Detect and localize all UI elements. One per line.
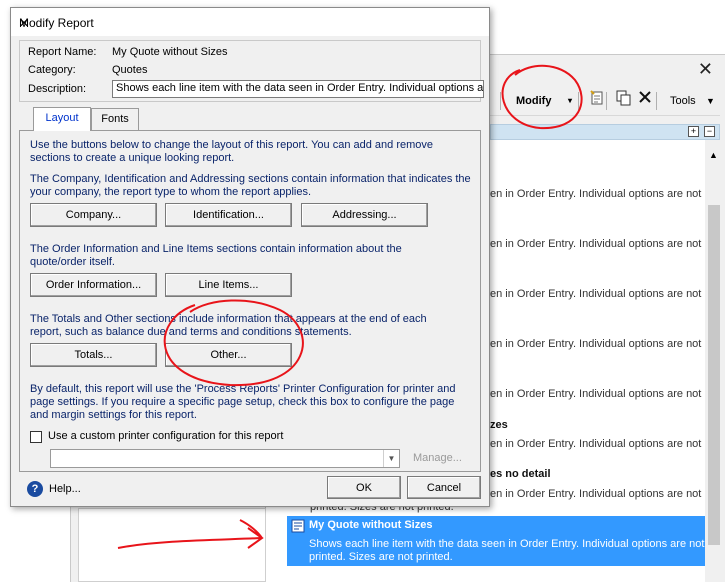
description-label: Description: <box>28 83 87 95</box>
report-name-label: Report Name: <box>28 46 97 58</box>
close-icon[interactable]: ✕ <box>19 16 481 30</box>
report-name-value: My Quote without Sizes <box>112 46 228 58</box>
category-label: Category: <box>28 64 76 76</box>
list-item-text[interactable]: en in Order Entry. Individual options ar… <box>490 437 725 451</box>
toolbar-separator <box>578 92 579 110</box>
list-header-bar: + − <box>490 124 720 140</box>
report-info-box: Report Name: My Quote without Sizes Cate… <box>19 40 484 102</box>
list-item-text[interactable]: en in Order Entry. Individual options ar… <box>490 287 725 301</box>
identification-button[interactable]: Identification... <box>165 203 292 227</box>
tab-fonts[interactable]: Fonts <box>91 108 139 130</box>
selected-item-line2: printed. Sizes are not printed. <box>309 551 453 563</box>
left-tree-panel <box>78 508 266 582</box>
delete-icon[interactable] <box>634 90 656 112</box>
modify-dropdown-arrow-icon[interactable]: ▾ <box>564 90 576 112</box>
order-information-button[interactable]: Order Information... <box>30 273 157 297</box>
addressing-button[interactable]: Addressing... <box>301 203 428 227</box>
line-items-button[interactable]: Line Items... <box>165 273 292 297</box>
list-item-title[interactable]: es no detail <box>490 468 551 480</box>
copy-icon[interactable] <box>612 90 636 112</box>
help-link[interactable]: Help... <box>49 483 81 495</box>
scroll-thumb[interactable] <box>708 205 720 545</box>
chevron-down-icon[interactable]: ▼ <box>383 450 399 467</box>
category-value: Quotes <box>112 64 148 76</box>
layout-intro-text: Use the buttons below to change the layo… <box>30 139 433 164</box>
other-button[interactable]: Other... <box>165 343 292 367</box>
background-toolbar: s Modify ▾ Tools ▼ <box>470 86 720 116</box>
list-item-text[interactable]: en in Order Entry. Individual options ar… <box>490 237 725 251</box>
tools-dropdown-arrow-icon[interactable]: ▼ <box>702 90 719 112</box>
totals-sections-text: The Totals and Other sections include in… <box>30 313 427 338</box>
collapse-all-icon[interactable]: − <box>704 126 715 137</box>
modify-button[interactable]: Modify <box>512 90 555 112</box>
selected-list-item[interactable]: My Quote without Sizes Shows each line i… <box>287 516 705 566</box>
list-item-text[interactable]: en in Order Entry. Individual options ar… <box>490 337 725 351</box>
selected-item-line1: Shows each line item with the data seen … <box>309 538 705 550</box>
toolbar-separator <box>606 92 607 110</box>
layout-panel: Use the buttons below to change the layo… <box>19 130 481 472</box>
dialog-titlebar: Modify Report ✕ <box>11 8 489 36</box>
selected-item-title: My Quote without Sizes <box>309 519 433 531</box>
manage-button[interactable]: Manage... <box>413 452 462 464</box>
toolbar-separator <box>656 92 657 110</box>
cancel-button[interactable]: Cancel <box>407 476 481 499</box>
tab-layout[interactable]: Layout <box>33 107 91 131</box>
help-icon[interactable]: ? <box>27 481 43 497</box>
description-field[interactable]: Shows each line item with the data seen … <box>112 80 484 98</box>
tools-button[interactable]: Tools <box>666 90 700 112</box>
custom-printer-label: Use a custom printer configuration for t… <box>48 430 284 442</box>
vertical-scrollbar[interactable]: ▲ <box>707 148 721 578</box>
new-document-icon[interactable] <box>586 90 608 112</box>
totals-button[interactable]: Totals... <box>30 343 157 367</box>
list-item-text[interactable]: en in Order Entry. Individual options ar… <box>490 387 725 401</box>
order-sections-text: The Order Information and Line Items sec… <box>30 243 402 268</box>
printer-config-text: By default, this report will use the 'Pr… <box>30 383 456 421</box>
modify-report-dialog: Modify Report ✕ Report Name: My Quote wi… <box>10 7 490 507</box>
printer-config-combo[interactable]: ▼ <box>50 449 400 468</box>
list-item-title[interactable]: zes <box>490 419 508 431</box>
custom-printer-checkbox[interactable] <box>30 431 42 443</box>
report-icon <box>291 519 305 536</box>
toolbar-separator <box>500 92 501 110</box>
scroll-up-icon[interactable]: ▲ <box>709 150 718 160</box>
company-button[interactable]: Company... <box>30 203 157 227</box>
list-item-text[interactable]: en in Order Entry. Individual options ar… <box>490 187 725 201</box>
expand-all-icon[interactable]: + <box>688 126 699 137</box>
ok-button[interactable]: OK <box>327 476 401 499</box>
header-sections-text: The Company, Identification and Addressi… <box>30 173 471 198</box>
background-close-icon[interactable]: ✕ <box>698 59 713 80</box>
list-item-text[interactable]: en in Order Entry. Individual options ar… <box>490 487 725 501</box>
